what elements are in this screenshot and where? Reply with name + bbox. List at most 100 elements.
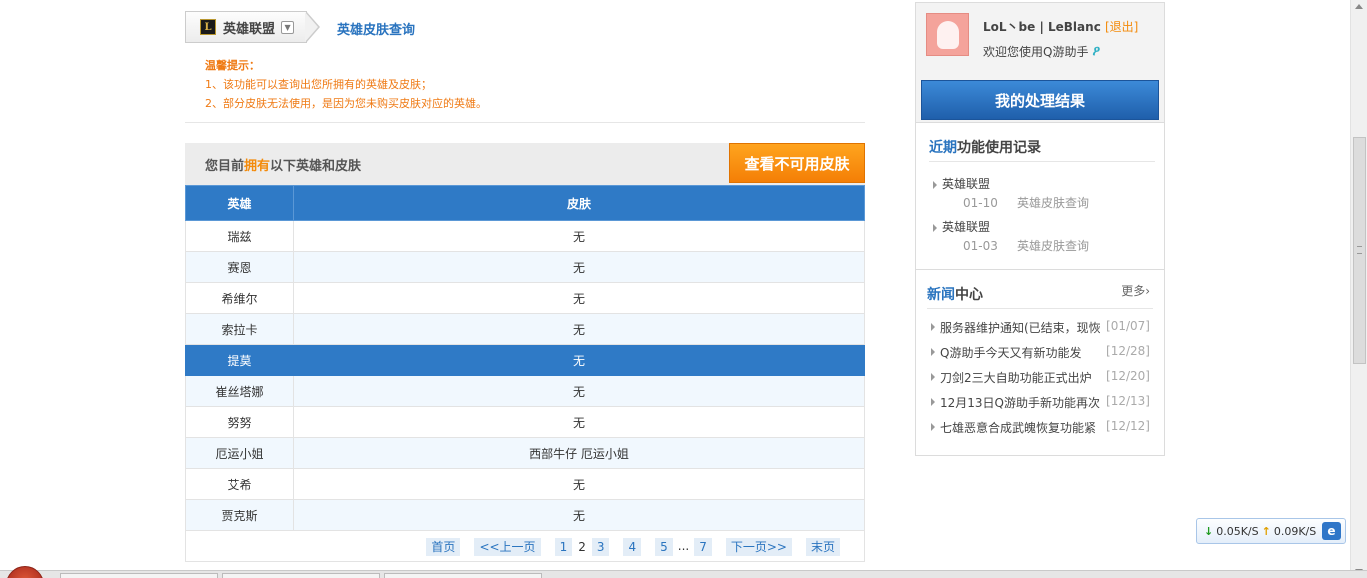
table-row[interactable]: 厄运小姐 西部牛仔 厄运小姐 <box>185 437 865 469</box>
start-button[interactable] <box>6 566 44 578</box>
recent-item-game[interactable]: 英雄联盟 <box>933 175 990 192</box>
qq-penguin-icon <box>936 20 959 49</box>
news-title: 新闻中心 <box>927 287 983 303</box>
skin-cell: 无 <box>293 344 865 376</box>
page-button-5[interactable]: 5 <box>655 538 673 556</box>
table-row[interactable]: 艾希无 <box>185 468 865 500</box>
prev-page-button[interactable]: <<上一页 <box>474 538 541 556</box>
bullet-icon <box>931 322 935 331</box>
skin-cell: 无 <box>293 499 865 531</box>
logout-link[interactable]: [退出] <box>1105 20 1138 34</box>
table-row[interactable]: 努努无 <box>185 406 865 438</box>
table-footer: 首页 <<上一页 1 2 3 4 5 ... 7 下一页>> 末页 <box>185 530 865 562</box>
owned-heading: 您目前拥有以下英雄和皮肤 <box>205 159 362 174</box>
my-results-button[interactable]: 我的处理结果 <box>921 80 1159 120</box>
user-box: LoL丶be | LeBlanc [退出] 欢迎您使用Q游助手 ዖ 我的处理结果 <box>916 3 1164 123</box>
recent-item-detail: 01-10 英雄皮肤查询 <box>963 196 1089 210</box>
first-page-button[interactable]: 首页 <box>426 538 461 556</box>
skin-cell: 无 <box>293 282 865 314</box>
avatar[interactable] <box>926 13 969 56</box>
recent-usage: 近期功能使用记录 英雄联盟 01-10 英雄皮肤查询 英雄联盟 01-03 英雄… <box>916 123 1164 270</box>
hero-cell: 努努 <box>185 406 294 438</box>
network-speed-widget[interactable]: ↓ 0.05K/S ↑ 0.09K/S e <box>1196 518 1346 544</box>
bullet-icon <box>931 397 935 406</box>
hero-skin-table: 英雄 皮肤 瑞兹无 赛恩无 希维尔无 索拉卡无 提莫无 崔丝塔娜无 努努无 厄运… <box>185 185 865 531</box>
download-speed: 0.05K/S <box>1216 524 1259 538</box>
view-unavailable-skins-button[interactable]: 查看不可用皮肤 <box>729 143 865 183</box>
download-arrow-icon: ↓ <box>1204 524 1214 538</box>
table-row[interactable]: 瑞兹无 <box>185 220 865 252</box>
scroll-up-icon[interactable] <box>1355 4 1363 9</box>
last-page-button[interactable]: 末页 <box>805 538 840 556</box>
page-button-7[interactable]: 7 <box>694 538 712 556</box>
ie-icon[interactable]: e <box>1322 522 1341 540</box>
hero-cell: 厄运小姐 <box>185 437 294 469</box>
page-button-1[interactable]: 1 <box>554 538 573 556</box>
page-current: 2 <box>578 540 586 554</box>
page-button-3[interactable]: 3 <box>591 538 610 556</box>
pagination: 首页 <<上一页 1 2 3 4 5 ... 7 下一页>> 末页 <box>426 538 840 556</box>
table-row[interactable]: 索拉卡无 <box>185 313 865 345</box>
bullet-icon <box>933 180 937 189</box>
upload-arrow-icon: ↑ <box>1261 524 1271 538</box>
recent-item-game[interactable]: 英雄联盟 <box>933 218 990 235</box>
recent-item-detail: 01-03 英雄皮肤查询 <box>963 239 1089 253</box>
table-row[interactable]: 希维尔无 <box>185 282 865 314</box>
taskbar-button[interactable] <box>60 573 218 578</box>
table-header-row: 英雄 皮肤 <box>185 185 865 221</box>
page-button-4[interactable]: 4 <box>623 538 642 556</box>
vertical-scrollbar[interactable] <box>1350 0 1367 578</box>
hero-cell: 艾希 <box>185 468 294 500</box>
hero-cell: 赛恩 <box>185 251 294 283</box>
page-ellipsis: ... <box>677 539 690 553</box>
skin-cell: 无 <box>293 220 865 252</box>
hero-cell: 崔丝塔娜 <box>185 375 294 407</box>
tip-line: 2、部分皮肤无法使用，是因为您未购买皮肤对应的英雄。 <box>205 97 487 110</box>
game-selector[interactable]: L 英雄联盟 ▼ <box>185 11 307 43</box>
news-item[interactable]: 七雄恶意合成武魄恢复功能紧 [12/12] <box>931 419 1161 436</box>
hero-cell: 贾克斯 <box>185 499 294 531</box>
hero-cell: 提莫 <box>185 344 294 376</box>
page: { "breadcrumb": { "game_icon_text": "L",… <box>0 0 1367 578</box>
skin-cell: 无 <box>293 313 865 345</box>
table-row-selected[interactable]: 提莫无 <box>185 344 865 376</box>
news-item[interactable]: 12月13日Q游助手新功能再次 [12/13] <box>931 394 1161 411</box>
taskbar <box>0 570 1367 578</box>
news-item[interactable]: 刀剑2三大自助功能正式出炉 [12/20] <box>931 369 1161 386</box>
hero-cell: 希维尔 <box>185 282 294 314</box>
breadcrumb: L 英雄联盟 ▼ 英雄皮肤查询 <box>185 11 885 43</box>
welcome-text: 欢迎您使用Q游助手 ዖ <box>983 43 1110 60</box>
bullet-icon <box>931 422 935 431</box>
breadcrumb-current: 英雄皮肤查询 <box>337 23 416 38</box>
lol-logo-icon: L <box>200 19 216 35</box>
skin-cell: 无 <box>293 251 865 283</box>
taskbar-button[interactable] <box>222 573 380 578</box>
news-center: 新闻中心 更多› 服务器维护通知(已结束，现恢 [01/07] Q游助手今天又有新… <box>916 270 1164 455</box>
chevron-down-icon[interactable]: ▼ <box>281 20 295 34</box>
bullet-icon <box>933 223 937 232</box>
owned-header: 您目前拥有以下英雄和皮肤 查看不可用皮肤 <box>185 143 865 185</box>
scrollbar-thumb[interactable] <box>1353 137 1366 364</box>
hero-cell: 瑞兹 <box>185 220 294 252</box>
table-row[interactable]: 崔丝塔娜无 <box>185 375 865 407</box>
column-header-hero: 英雄 <box>185 185 294 221</box>
recent-title: 近期功能使用记录 <box>929 140 1041 156</box>
next-page-button[interactable]: 下一页>> <box>725 538 792 556</box>
more-news-link[interactable]: 更多› <box>1121 282 1150 299</box>
divider <box>185 122 865 123</box>
bullet-icon <box>931 372 935 381</box>
bullet-icon <box>931 347 935 356</box>
game-selector-label: 英雄联盟 <box>223 21 276 37</box>
table-row[interactable]: 赛恩无 <box>185 251 865 283</box>
news-item[interactable]: Q游助手今天又有新功能发 [12/28] <box>931 344 1161 361</box>
taskbar-button[interactable] <box>384 573 542 578</box>
skin-cell: 西部牛仔 厄运小姐 <box>293 437 865 469</box>
hero-cell: 索拉卡 <box>185 313 294 345</box>
skin-cell: 无 <box>293 468 865 500</box>
tip-line: 1、该功能可以查询出您所拥有的英雄及皮肤； <box>205 78 432 91</box>
tips-box: 温馨提示： 1、该功能可以查询出您所拥有的英雄及皮肤； 2、部分皮肤无法使用，是… <box>205 56 487 113</box>
news-item[interactable]: 服务器维护通知(已结束，现恢 [01/07] <box>931 319 1161 336</box>
skin-cell: 无 <box>293 375 865 407</box>
tips-title: 温馨提示： <box>205 59 260 72</box>
table-row[interactable]: 贾克斯无 <box>185 499 865 531</box>
